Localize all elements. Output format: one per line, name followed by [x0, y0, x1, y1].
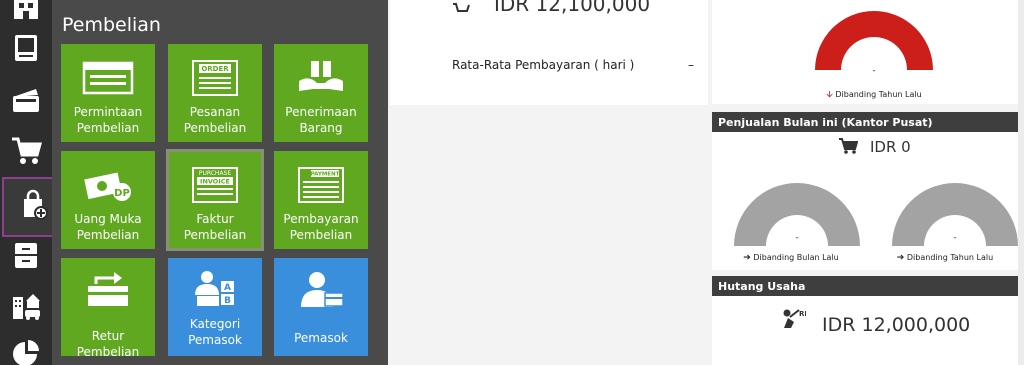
purchase-invoice-icon: PURCHASE INVOICE — [185, 165, 245, 205]
tile-supplier-category[interactable]: AB Kategori Pemasok — [168, 258, 262, 356]
receive-goods-icon — [291, 58, 351, 98]
archive-icon — [10, 239, 42, 275]
average-payment-label: Rata-Rata Pembayaran ( hari ) — [452, 58, 635, 72]
purchase-panel: Pembelian Permintaan Pembelian ORDER Pesa… — [52, 0, 388, 365]
payment-form-icon: PAYMENT — [291, 165, 351, 205]
cart-icon — [10, 134, 42, 170]
accounts-payable-card: Hutang Usaha RP IDR 12,000,000 — [712, 276, 1018, 365]
sales-amount: IDR 0 — [870, 138, 911, 156]
navigation-rail — [0, 0, 66, 365]
purchase-amount: IDR 12,100,000 — [494, 0, 651, 16]
book-icon — [10, 32, 42, 68]
purchase-gauge-card: - 🡫 Dibanding Tahun Lalu — [712, 0, 1018, 104]
svg-text:ORDER: ORDER — [201, 65, 229, 73]
cart-icon — [838, 137, 859, 159]
building-icon — [10, 0, 42, 25]
rail-item-wallet[interactable] — [0, 76, 52, 126]
purchase-summary-card: IDR 12,100,000 Rata-Rata Pembayaran ( ha… — [390, 0, 708, 105]
assets-icon — [10, 289, 42, 325]
rail-item-reports[interactable] — [0, 330, 52, 365]
gauge-caption: 🡫 Dibanding Tahun Lalu — [826, 90, 922, 100]
svg-text:B: B — [224, 296, 231, 306]
tile-purchase-payment[interactable]: PAYMENT Pembayaran Pembelian — [274, 151, 368, 249]
supplier-icon — [291, 270, 351, 310]
gauge-caption: ➔ Dibanding Bulan Lalu — [743, 253, 839, 263]
panel-title: Pembelian — [62, 14, 161, 36]
tile-label: Penerimaan Barang — [285, 105, 357, 135]
gauge-caption: ➔ Dibanding Tahun Lalu — [896, 253, 994, 263]
return-icon — [78, 270, 138, 308]
gauge-value: - — [953, 233, 957, 243]
tile-supplier[interactable]: Pemasok — [274, 258, 368, 356]
page-scrollbar[interactable] — [1018, 0, 1024, 365]
gauge-value: - — [795, 233, 799, 243]
tile-label: Retur Pembelian — [76, 329, 140, 359]
gauge-value: - — [872, 66, 876, 76]
tile-label: Pemasok — [294, 331, 348, 345]
payable-amount: IDR 12,000,000 — [822, 314, 971, 336]
tile-label: Permintaan Pembelian — [73, 105, 143, 135]
down-payment-icon: DP — [78, 165, 138, 205]
supplier-category-icon: AB — [185, 268, 245, 308]
svg-text:INVOICE: INVOICE — [200, 178, 230, 186]
arrow-right-icon: ➔ — [896, 253, 905, 263]
svg-text:DP: DP — [114, 188, 130, 199]
order-form-icon: ORDER — [185, 58, 245, 98]
arrow-right-icon: ➔ — [743, 253, 751, 263]
tile-purchase-order[interactable]: ORDER Pesanan Pembelian — [168, 44, 262, 142]
rail-item-cart[interactable] — [0, 127, 52, 177]
arrow-down-icon: 🡫 — [826, 90, 833, 100]
tile-purchase-return[interactable]: Retur Pembelian — [61, 258, 155, 359]
tile-label: Faktur Pembelian — [183, 212, 247, 242]
payable-rp-icon: RP — [780, 306, 810, 334]
tile-label: Uang Muka Pembelian — [74, 212, 142, 242]
average-payment-value: – — [688, 58, 694, 72]
tile-label: Pesanan Pembelian — [183, 105, 247, 135]
tile-purchase-request[interactable]: Permintaan Pembelian — [61, 44, 155, 142]
request-form-icon — [78, 58, 138, 98]
payable-card-header: Hutang Usaha — [712, 276, 1018, 296]
rail-item-book[interactable] — [0, 25, 52, 75]
rail-item-archive[interactable] — [0, 232, 52, 282]
tile-down-payment[interactable]: DP Uang Muka Pembelian — [61, 151, 155, 249]
svg-text:PAYMENT: PAYMENT — [311, 172, 340, 178]
svg-text:RP: RP — [799, 310, 806, 318]
tile-purchase-invoice[interactable]: PURCHASE INVOICE Faktur Pembelian — [166, 149, 264, 251]
tile-goods-receipt[interactable]: Penerimaan Barang — [274, 44, 368, 142]
sales-card: Penjualan Bulan ini (Kantor Pusat) IDR 0… — [712, 112, 1018, 270]
svg-text:A: A — [224, 283, 231, 293]
shopping-bag-plus-icon — [18, 189, 50, 225]
pie-chart-icon — [10, 337, 42, 365]
tile-label: Kategori Pemasok — [188, 317, 242, 347]
cart-icon — [452, 0, 470, 17]
sales-card-header: Penjualan Bulan ini (Kantor Pusat) — [712, 112, 1018, 132]
wallet-icon — [10, 83, 42, 119]
tile-label: Pembayaran Pembelian — [283, 212, 359, 242]
rail-item-assets[interactable] — [0, 282, 52, 332]
svg-text:PURCHASE: PURCHASE — [199, 170, 231, 177]
